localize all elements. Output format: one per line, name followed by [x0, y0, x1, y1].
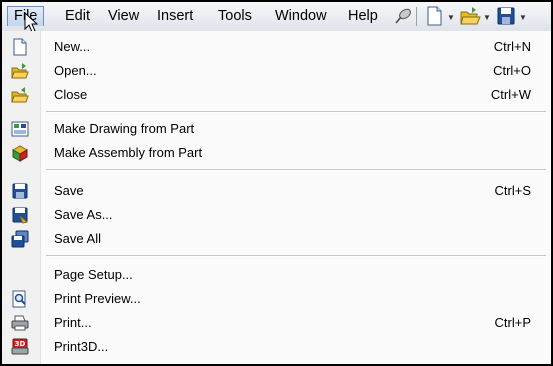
save-icon[interactable] — [495, 5, 517, 27]
shortcut-label: Ctrl+O — [493, 63, 531, 78]
chevron-down-icon[interactable]: ▼ — [519, 14, 527, 22]
shortcut-label: Ctrl+S — [494, 183, 531, 198]
open-folder-icon — [11, 63, 29, 79]
chevron-down-icon[interactable]: ▼ — [447, 14, 455, 22]
menu-item-open[interactable]: Open... Ctrl+O — [2, 59, 551, 83]
save-as-icon — [12, 207, 29, 224]
new-document-icon[interactable] — [423, 5, 445, 27]
print-preview-icon — [12, 290, 26, 308]
menu-insert[interactable]: Insert — [151, 6, 199, 26]
chevron-down-icon[interactable]: ▼ — [483, 14, 491, 22]
shortcut-label: Ctrl+N — [493, 39, 531, 54]
menu-item-print3d[interactable]: 3D Print3D... — [2, 335, 551, 359]
pushpin-icon[interactable] — [392, 5, 414, 27]
make-assembly-icon — [11, 145, 29, 162]
menu-item-save-as[interactable]: Save As... — [2, 203, 551, 227]
menu-item-label: Close — [54, 87, 88, 102]
menu-item-print[interactable]: Print... Ctrl+P — [2, 311, 551, 335]
menu-item-label: Save As... — [54, 207, 113, 222]
shortcut-label: Ctrl+W — [490, 87, 531, 102]
menu-item-label: Open... — [54, 63, 97, 78]
menu-item-save-all[interactable]: Save All — [2, 227, 551, 251]
new-document-icon — [13, 38, 27, 56]
save-all-icon — [11, 230, 29, 248]
menu-separator — [46, 111, 546, 113]
shortcut-label: Ctrl+P — [494, 315, 531, 330]
menu-separator — [46, 255, 546, 257]
menu-item-label: New... — [54, 39, 91, 54]
menu-item-make-assembly[interactable]: Make Assembly from Part — [2, 141, 551, 165]
menu-item-page-setup[interactable]: Page Setup... — [2, 263, 551, 287]
toolbar-separator — [416, 7, 417, 26]
menu-view[interactable]: View — [102, 6, 145, 26]
print3d-icon: 3D — [11, 338, 29, 355]
printer-icon — [11, 315, 29, 331]
menu-item-label: Save All — [54, 231, 101, 246]
menu-item-save[interactable]: Save Ctrl+S — [2, 179, 551, 203]
file-menu-dropdown: New... Ctrl+N Open... Ctrl+O Close Ctrl+… — [2, 31, 551, 364]
menu-item-make-drawing[interactable]: Make Drawing from Part — [2, 117, 551, 141]
application-window: File Edit View Insert Tools Window Help … — [0, 0, 553, 366]
open-folder-icon[interactable] — [459, 5, 481, 27]
menu-item-label: Print3D... — [54, 339, 109, 354]
menu-window[interactable]: Window — [269, 6, 333, 26]
menu-help[interactable]: Help — [342, 6, 384, 26]
menu-edit[interactable]: Edit — [59, 6, 96, 26]
menu-item-new[interactable]: New... Ctrl+N — [2, 35, 551, 59]
save-icon — [12, 183, 28, 199]
menu-separator — [46, 169, 546, 171]
menu-item-label: Print... — [54, 315, 92, 330]
close-folder-icon — [11, 87, 29, 103]
menu-item-label: Make Drawing from Part — [54, 121, 195, 136]
menu-item-label: Print Preview... — [54, 291, 141, 306]
menu-item-print-preview[interactable]: Print Preview... — [2, 287, 551, 311]
make-drawing-icon — [11, 121, 29, 137]
menu-item-label: Save — [54, 183, 84, 198]
menu-item-close[interactable]: Close Ctrl+W — [2, 83, 551, 107]
svg-text:3D: 3D — [15, 340, 26, 348]
menu-item-label: Make Assembly from Part — [54, 145, 203, 160]
menu-item-label: Page Setup... — [54, 267, 133, 282]
menu-bar: File Edit View Insert Tools Window Help … — [2, 2, 551, 32]
menu-tools[interactable]: Tools — [212, 6, 258, 26]
